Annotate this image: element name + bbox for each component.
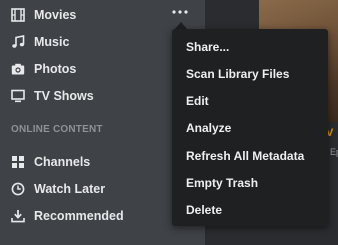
sidebar-item-label: TV Shows xyxy=(34,89,94,103)
sidebar-item-label: Photos xyxy=(34,62,77,76)
section-header-online-content: ONLINE CONTENT xyxy=(11,124,103,135)
more-horizontal-icon xyxy=(172,10,188,14)
menu-item-label: Refresh All Metadata xyxy=(186,149,305,163)
sidebar-item-label: Watch Later xyxy=(34,182,106,196)
library-context-menu: Share... Scan Library Files Edit Analyze… xyxy=(172,29,328,226)
download-icon xyxy=(11,210,25,223)
clock-icon xyxy=(11,182,25,196)
sidebar-item-label: Movies xyxy=(34,8,77,22)
sidebar-item-label: Recommended xyxy=(34,209,124,223)
camera-icon xyxy=(11,63,25,75)
menu-item-scan-library-files[interactable]: Scan Library Files xyxy=(172,61,328,88)
music-note-icon xyxy=(12,35,25,48)
poster-subtitle-fragment: Ep xyxy=(330,147,338,157)
monitor-icon xyxy=(11,89,25,103)
menu-item-delete[interactable]: Delete xyxy=(172,197,328,224)
grid-icon xyxy=(12,156,24,168)
menu-item-empty-trash[interactable]: Empty Trash xyxy=(172,170,328,197)
menu-item-label: Delete xyxy=(186,203,223,217)
menu-item-label: Empty Trash xyxy=(186,176,259,190)
menu-item-share[interactable]: Share... xyxy=(172,34,328,61)
menu-item-label: Edit xyxy=(186,94,209,108)
menu-item-label: Scan Library Files xyxy=(186,67,290,81)
menu-item-label: Analyze xyxy=(186,121,232,135)
library-more-button[interactable] xyxy=(170,4,190,20)
menu-item-refresh-all-metadata[interactable]: Refresh All Metadata xyxy=(172,143,328,170)
app-window: V Ep Movies M xyxy=(0,0,338,245)
menu-item-label: Share... xyxy=(186,40,230,54)
menu-item-analyze[interactable]: Analyze xyxy=(172,115,328,142)
sidebar-item-label: Channels xyxy=(34,155,91,169)
menu-item-edit[interactable]: Edit xyxy=(172,88,328,115)
film-icon xyxy=(11,8,25,22)
sidebar-item-label: Music xyxy=(34,35,70,49)
